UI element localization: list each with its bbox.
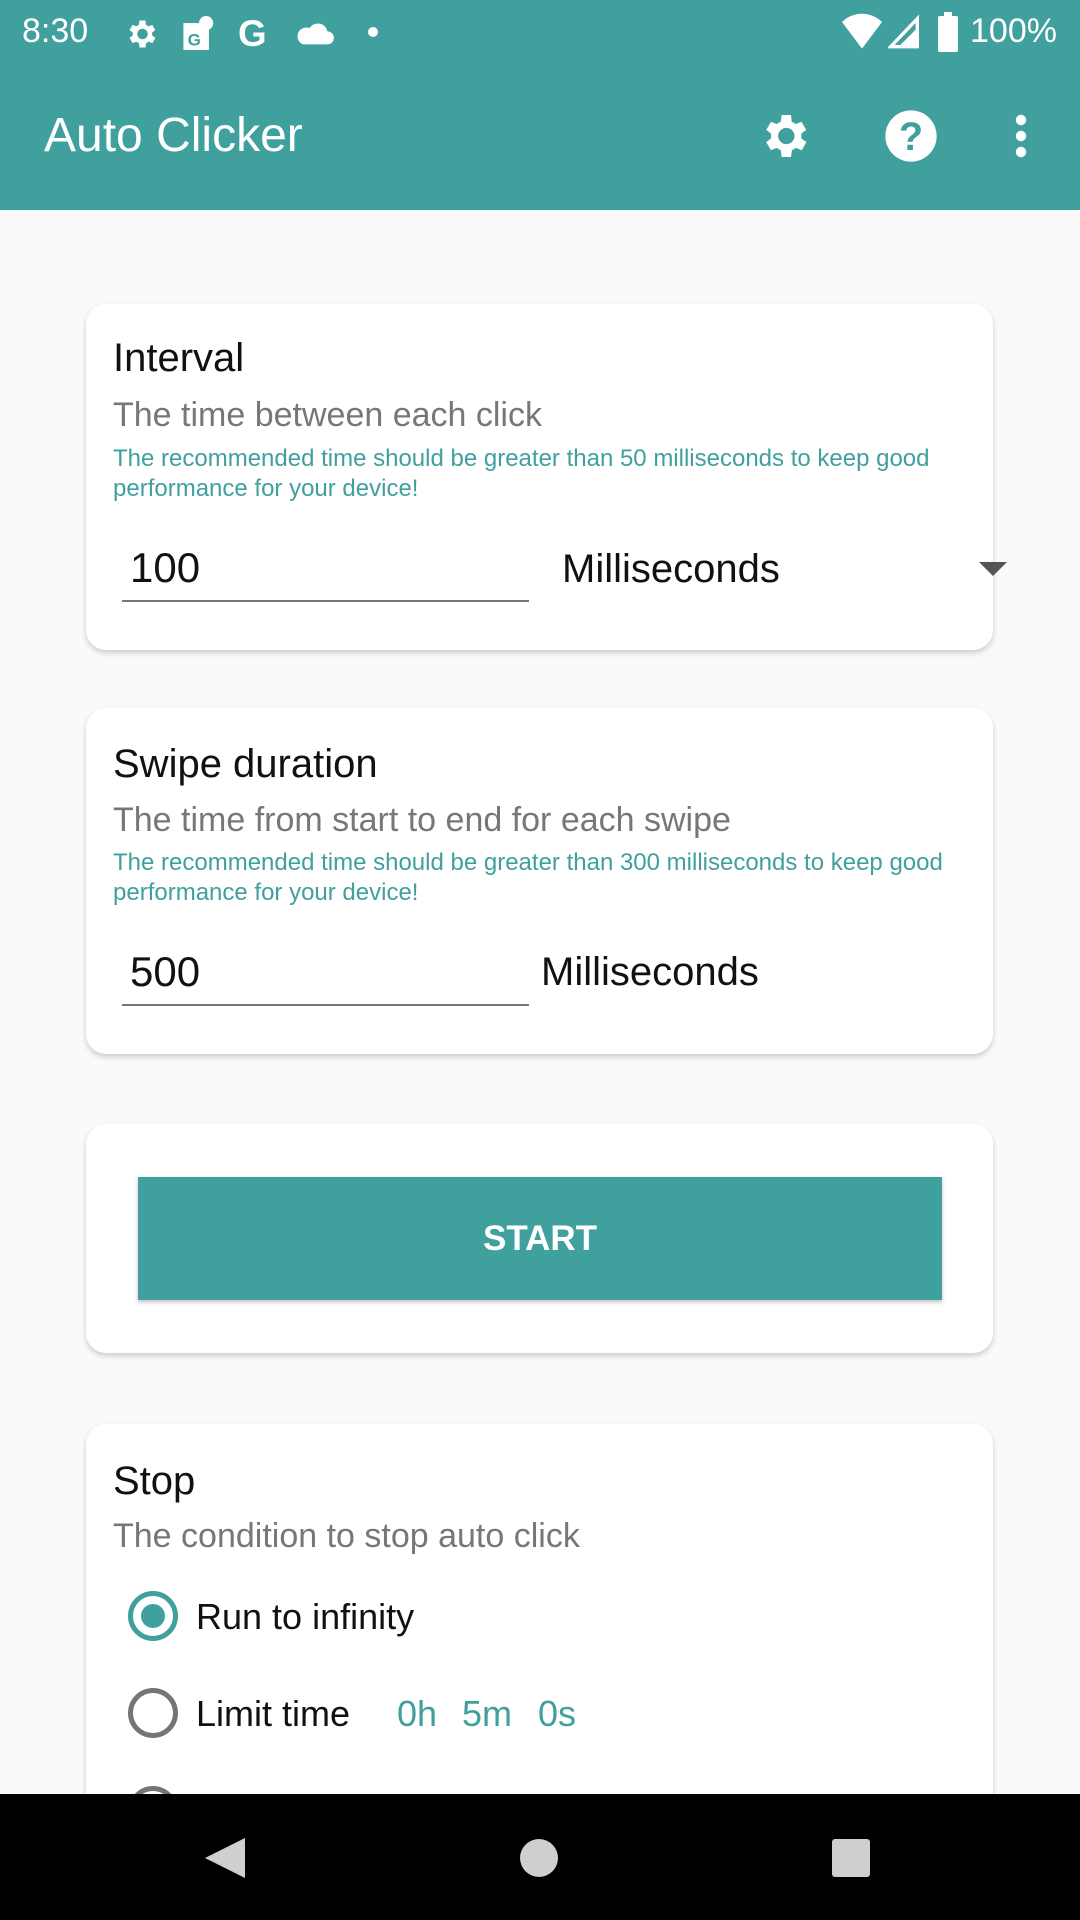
home-icon[interactable] xyxy=(520,1839,558,1877)
swipe-subtitle: The time from start to end for each swip… xyxy=(113,801,731,839)
google-icon: G xyxy=(238,14,267,52)
battery-percent: 100% xyxy=(970,12,1057,50)
help-button[interactable]: ? xyxy=(881,106,941,166)
stop-title: Stop xyxy=(113,1459,196,1503)
interval-title: Interval xyxy=(113,336,245,380)
swipe-title: Swipe duration xyxy=(113,742,378,786)
app-title: Auto Clicker xyxy=(44,109,303,162)
more-options-button[interactable] xyxy=(991,106,1051,166)
svg-text:G: G xyxy=(188,31,201,50)
interval-hint: The recommended time should be greater t… xyxy=(113,445,930,502)
interval-card: Interval The time between each click The… xyxy=(86,304,1007,650)
stop-subtitle: The condition to stop auto click xyxy=(113,1517,580,1555)
limit-hours[interactable]: 0h xyxy=(397,1693,437,1735)
dot-icon xyxy=(368,27,378,37)
more-vert-icon xyxy=(1015,114,1027,158)
settings-button[interactable] xyxy=(754,106,814,166)
swipe-input[interactable]: 500 xyxy=(122,944,529,1006)
radio-label: Run to infinity xyxy=(196,1596,415,1637)
radio-run-to-infinity[interactable]: Run to infinity xyxy=(126,1586,626,1646)
radio-label: Limit time xyxy=(196,1693,351,1734)
svg-text:G: G xyxy=(238,14,267,52)
limit-seconds[interactable]: 0s xyxy=(538,1693,576,1735)
radio-unselected-icon xyxy=(128,1688,178,1738)
settings-icon xyxy=(766,115,807,157)
interval-unit-dropdown[interactable]: Milliseconds xyxy=(562,540,1007,602)
radio-selected-icon xyxy=(128,1591,178,1641)
dropdown-arrow-icon xyxy=(979,562,1007,576)
interval-unit-selected: Milliseconds xyxy=(562,547,780,591)
recents-icon[interactable] xyxy=(832,1839,870,1877)
swipe-hint: The recommended time should be greater t… xyxy=(113,849,943,906)
status-time: 8:30 xyxy=(22,12,89,50)
start-card: START xyxy=(86,1124,993,1353)
maps-icon: G xyxy=(183,16,214,50)
swipe-unit: Milliseconds xyxy=(541,950,759,994)
cloud-icon xyxy=(297,23,334,45)
limit-minutes[interactable]: 5m xyxy=(462,1693,512,1735)
start-button[interactable]: START xyxy=(138,1177,942,1300)
back-icon[interactable] xyxy=(205,1838,245,1878)
gear-icon xyxy=(129,20,156,48)
navigation-bar xyxy=(0,1794,1080,1920)
wifi-icon xyxy=(842,13,882,49)
svg-text:?: ? xyxy=(899,115,923,159)
battery-icon xyxy=(938,12,958,52)
signal-icon xyxy=(888,14,919,49)
interval-input[interactable]: 100 xyxy=(122,540,529,602)
help-icon: ? xyxy=(885,110,937,162)
app-bar: 8:30 G G 100% Auto Clicker ? xyxy=(0,0,1080,210)
interval-subtitle: The time between each click xyxy=(113,396,542,434)
swipe-duration-card: Swipe duration The time from start to en… xyxy=(86,708,993,1054)
